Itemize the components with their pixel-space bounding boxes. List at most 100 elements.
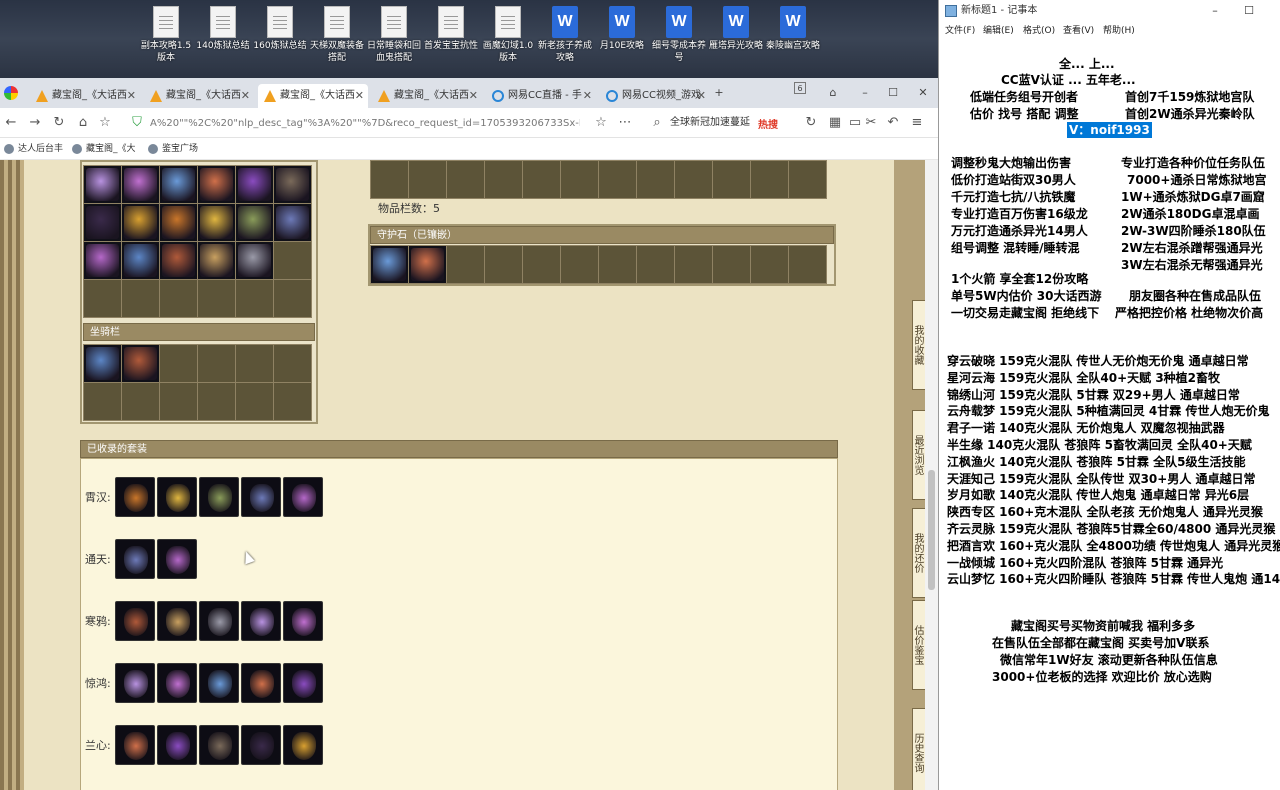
inventory-slot[interactable] — [274, 204, 311, 241]
home-icon[interactable]: ⌂ — [74, 114, 92, 132]
desktop-icon[interactable]: W 雁塔异光攻略 — [708, 6, 764, 76]
new-tab-button[interactable]: + — [712, 86, 726, 100]
notepad-maximize-button[interactable]: ☐ — [1235, 0, 1263, 22]
suit-item-icon[interactable] — [199, 725, 239, 765]
side-tab[interactable]: 历史查询 — [912, 708, 925, 790]
inventory-slot[interactable] — [274, 280, 311, 317]
desktop-icon[interactable]: W 秦陵幽宫攻略 — [765, 6, 821, 76]
mount-slot[interactable] — [198, 345, 235, 382]
bookmark-star-icon[interactable]: ☆ — [592, 114, 610, 132]
inventory-slot[interactable] — [274, 166, 311, 203]
inventory-slot[interactable] — [198, 280, 235, 317]
browser-tab[interactable]: 藏宝阁_《大话西 ✕ — [144, 84, 254, 108]
menu-edit[interactable]: 编辑(E) — [983, 22, 1014, 40]
menu-help[interactable]: 帮助(H) — [1103, 22, 1135, 40]
desktop-icon[interactable]: 160炼狱总结 — [252, 6, 308, 76]
inventory-slot[interactable] — [160, 204, 197, 241]
guard-stone-slot[interactable] — [789, 246, 826, 283]
inventory-slot[interactable] — [160, 166, 197, 203]
browser-tab[interactable]: 藏宝阁_《大话西 ✕ — [258, 84, 368, 108]
equip-slot[interactable] — [713, 161, 750, 198]
notepad-text-area[interactable]: 全... 上... CC蓝V认证 ... 五年老... 低端任务组号开创者 首创… — [939, 42, 1280, 790]
mount-slot[interactable] — [160, 383, 197, 420]
suit-item-icon[interactable] — [199, 601, 239, 641]
mount-slot[interactable] — [84, 383, 121, 420]
menu-format[interactable]: 格式(O) — [1023, 22, 1055, 40]
forward-icon[interactable]: → — [26, 114, 44, 132]
tab-count-badge[interactable]: 6 — [794, 82, 806, 94]
menu-file[interactable]: 文件(F) — [945, 22, 975, 40]
suit-item-icon[interactable] — [157, 725, 197, 765]
inventory-slot[interactable] — [84, 204, 121, 241]
desktop-icon[interactable]: W 月10E攻略 — [594, 6, 650, 76]
inventory-slot[interactable] — [160, 280, 197, 317]
suit-item-icon[interactable] — [283, 663, 323, 703]
guard-stone-slot[interactable] — [713, 246, 750, 283]
browser-tab[interactable]: 网易CC视频_游戏 ✕ — [600, 84, 710, 108]
bookmark-daren[interactable]: 达人后台丰 — [4, 141, 63, 157]
guard-stone-slot[interactable] — [447, 246, 484, 283]
desktop-icon[interactable]: W 新老孩子养成攻略 — [537, 6, 593, 76]
suit-item-icon[interactable] — [283, 477, 323, 517]
browser-logo-icon[interactable] — [4, 86, 18, 100]
inventory-slot[interactable] — [122, 166, 159, 203]
suit-item-icon[interactable] — [115, 601, 155, 641]
mount-slot[interactable] — [236, 383, 273, 420]
undo-icon[interactable]: ↶ — [884, 114, 902, 132]
desktop-icon[interactable]: 画魔幻域1.0版本 — [480, 6, 536, 76]
inventory-slot[interactable] — [198, 166, 235, 203]
suit-item-icon[interactable] — [115, 663, 155, 703]
inventory-slot[interactable] — [84, 280, 121, 317]
suit-item-icon[interactable] — [241, 601, 281, 641]
notepad-minimize-button[interactable]: – — [1201, 0, 1229, 22]
inventory-slot[interactable] — [84, 242, 121, 279]
address-bar[interactable]: A%20""%2C%20"nlp_desc_tag"%3A%20""%7D&re… — [150, 115, 580, 133]
suit-item-icon[interactable] — [283, 725, 323, 765]
mount-slot[interactable] — [274, 383, 311, 420]
inventory-slot[interactable] — [198, 204, 235, 241]
mount-slot[interactable] — [274, 345, 311, 382]
inventory-slot[interactable] — [198, 242, 235, 279]
inventory-slot[interactable] — [84, 166, 121, 203]
page-scrollbar[interactable] — [925, 160, 938, 790]
search-input[interactable]: 全球新冠加速蔓延 — [670, 113, 760, 133]
suit-item-icon[interactable] — [157, 477, 197, 517]
inventory-slot[interactable] — [236, 280, 273, 317]
equip-slot[interactable] — [751, 161, 788, 198]
guard-stone-slot[interactable] — [675, 246, 712, 283]
inventory-slot[interactable] — [236, 242, 273, 279]
suit-item-icon[interactable] — [241, 725, 281, 765]
equip-slot[interactable] — [599, 161, 636, 198]
scrollbar-thumb[interactable] — [928, 470, 935, 590]
browser-tab[interactable]: 藏宝阁_《大话西 ✕ — [30, 84, 140, 108]
inventory-slot[interactable] — [122, 242, 159, 279]
suit-item-icon[interactable] — [115, 539, 155, 579]
inventory-slot[interactable] — [236, 166, 273, 203]
tab-close-icon[interactable]: ✕ — [355, 84, 364, 108]
mount-slot[interactable] — [122, 345, 159, 382]
desktop-icon[interactable]: 天梯双魔装备搭配 — [309, 6, 365, 76]
browser-tab[interactable]: 网易CC直播 - 手 ✕ — [486, 84, 596, 108]
mount-slot[interactable] — [160, 345, 197, 382]
suit-item-icon[interactable] — [157, 539, 197, 579]
inventory-slot[interactable] — [274, 242, 311, 279]
star-icon[interactable]: ☆ — [96, 114, 114, 132]
guard-stone-slot[interactable] — [561, 246, 598, 283]
tab-close-icon[interactable]: ✕ — [469, 84, 478, 108]
suit-item-icon[interactable] — [241, 477, 281, 517]
desktop-icon[interactable]: 140炼狱总结 — [195, 6, 251, 76]
equip-slot[interactable] — [789, 161, 826, 198]
inventory-slot[interactable] — [122, 204, 159, 241]
desktop-icon[interactable]: 副本攻略1.5版本 — [138, 6, 194, 76]
mount-slot[interactable] — [122, 383, 159, 420]
inventory-slot[interactable] — [122, 280, 159, 317]
mount-slot[interactable] — [84, 345, 121, 382]
close-window-button[interactable]: ✕ — [916, 86, 930, 100]
suit-item-icon[interactable] — [199, 663, 239, 703]
equip-slot[interactable] — [447, 161, 484, 198]
suit-item-icon[interactable] — [241, 663, 281, 703]
more-icon[interactable]: ⋯ — [616, 114, 634, 132]
back-icon[interactable]: ← — [2, 114, 20, 132]
inventory-slot[interactable] — [236, 204, 273, 241]
desktop-icon[interactable]: W 细号零成本养号 — [651, 6, 707, 76]
